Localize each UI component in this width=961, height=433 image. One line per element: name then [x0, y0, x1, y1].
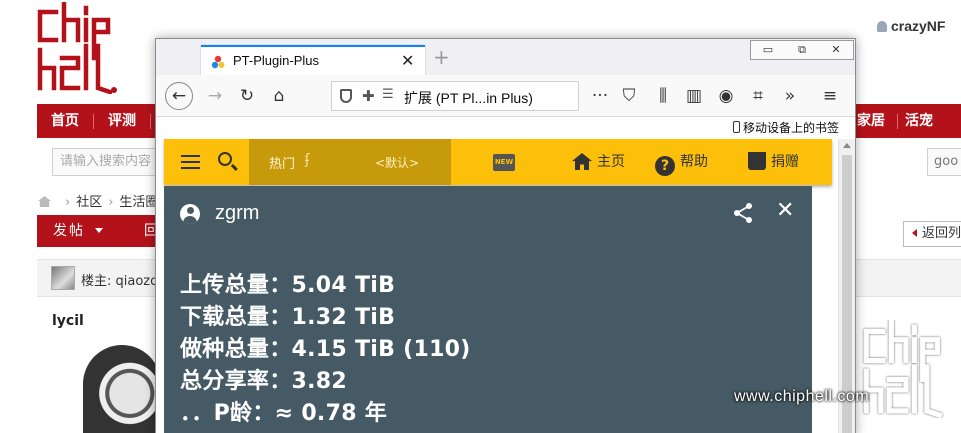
text-cursor-icon: ʄ: [305, 152, 310, 168]
back-arrow-icon: [912, 229, 917, 237]
permissions-icon[interactable]: ☰: [382, 87, 394, 102]
hamburger-menu-icon[interactable]: [181, 155, 200, 169]
donate-nav-button[interactable]: 捐赠: [748, 151, 799, 173]
plugin-header: 热门 ʄ <默认> NEW 主页 ? 帮助 捐赠: [164, 139, 832, 185]
download-total: 下载总量：1.32 TiB: [180, 305, 396, 330]
home-icon[interactable]: [38, 196, 51, 207]
phone-icon: [732, 121, 740, 133]
forward-arrow-icon[interactable]: →: [201, 82, 229, 110]
window-controls: ▭ ⧉ ✕: [750, 40, 854, 60]
current-user[interactable]: crazyNF: [877, 18, 945, 34]
search-icon[interactable]: [218, 152, 232, 166]
browser-tab[interactable]: PT-Plugin-Plus ✕: [201, 45, 425, 75]
breadcrumb-separator: ›: [65, 195, 71, 210]
upload-total: 上传总量：5.04 TiB: [180, 273, 396, 298]
restore-icon[interactable]: ⧉: [785, 43, 819, 57]
share-icon[interactable]: [732, 202, 754, 224]
back-arrow-icon[interactable]: ←: [165, 82, 193, 110]
post-author[interactable]: lycil: [52, 313, 84, 329]
breadcrumb-item[interactable]: 生活圈: [119, 195, 158, 210]
title-bar: PT-Plugin-Plus ✕ + ▭ ⧉ ✕: [156, 39, 855, 75]
search-input[interactable]: 热门 ʄ <默认>: [249, 139, 451, 185]
chiphell-logo[interactable]: [36, 2, 122, 94]
shield-icon[interactable]: [340, 89, 352, 103]
scroll-up-icon[interactable]: [843, 143, 851, 148]
menu-icon[interactable]: ≡: [816, 82, 844, 110]
author-avatar[interactable]: [83, 345, 161, 433]
account-age: ．．P龄：≈ 0.78 年: [180, 401, 388, 426]
nav-item-pets[interactable]: 活宠: [891, 104, 947, 138]
new-badge-icon[interactable]: NEW: [493, 154, 515, 171]
card-username: zgrm: [215, 202, 260, 224]
breadcrumb: › 社区 › 生活圈: [38, 191, 158, 210]
site-search-input[interactable]: goo: [927, 148, 961, 176]
pocket-icon[interactable]: ⛉: [615, 82, 643, 110]
browser-window: PT-Plugin-Plus ✕ + ▭ ⧉ ✕ ← → ↻ ⌂ ✚ ☰ 扩展 …: [155, 38, 856, 433]
search-scope-select[interactable]: <默认>: [375, 154, 419, 171]
op-label[interactable]: 楼主: qiaozo: [81, 270, 158, 289]
nav-toolbar: ← → ↻ ⌂ ✚ ☰ 扩展 (PT Pl...in Plus) ··· ⛉ ⫼…: [156, 75, 855, 117]
forum-search-input[interactable]: 请输入搜索内容: [52, 148, 162, 176]
breadcrumb-separator: ›: [108, 195, 114, 210]
nav-divider: [150, 114, 151, 129]
library-icon[interactable]: ⫼: [649, 82, 677, 110]
back-to-list-button[interactable]: 返回列: [903, 221, 961, 247]
help-icon: ?: [655, 156, 675, 176]
op-avatar[interactable]: [51, 266, 75, 290]
overflow-icon[interactable]: »: [776, 82, 804, 110]
close-window-icon[interactable]: ✕: [819, 43, 853, 56]
home-nav-button[interactable]: 主页: [572, 151, 625, 173]
screenshot-icon[interactable]: ⌗: [744, 82, 772, 110]
close-icon[interactable]: ✕: [776, 198, 794, 223]
url-bar[interactable]: ✚ ☰ 扩展 (PT Pl...in Plus): [331, 81, 579, 111]
sidebar-icon[interactable]: ▥: [680, 82, 708, 110]
breadcrumb-item[interactable]: 社区: [76, 195, 102, 210]
minimize-icon[interactable]: ▭: [751, 43, 785, 56]
home-icon[interactable]: ⌂: [265, 82, 293, 110]
new-post-button[interactable]: 发帖: [37, 215, 125, 247]
nav-item-reviews[interactable]: 评测: [94, 104, 150, 138]
watermark-text: www.chiphell.com: [734, 388, 870, 405]
puzzle-icon: ✚: [362, 87, 375, 105]
chiphell-watermark-logo: [863, 320, 943, 418]
search-hot-label: 热门: [269, 157, 296, 172]
user-info-card: zgrm ✕ 上传总量：5.04 TiB 下载总量：1.32 TiB 做种总量：…: [164, 186, 812, 433]
new-tab-icon[interactable]: +: [433, 45, 450, 69]
more-icon[interactable]: ···: [586, 82, 614, 110]
reload-icon[interactable]: ↻: [233, 82, 261, 110]
mobile-bookmarks[interactable]: 移动设备上的书签: [732, 119, 839, 136]
account-icon[interactable]: ◉: [712, 82, 740, 110]
share-ratio: 总分享率：3.82: [180, 369, 347, 394]
coffee-cup-icon: [748, 152, 766, 170]
chevron-down-icon: [95, 228, 103, 233]
plugin-favicon-icon: [211, 55, 225, 69]
nav-item-home[interactable]: 首页: [37, 104, 93, 138]
home-icon: [572, 153, 592, 170]
help-nav-button[interactable]: ? 帮助: [655, 151, 708, 176]
account-circle-icon: [180, 204, 200, 224]
user-icon: [877, 21, 887, 32]
url-text[interactable]: 扩展 (PT Pl...in Plus): [404, 88, 533, 108]
seeding-total: 做种总量：4.15 TiB (110): [180, 337, 471, 362]
tab-close-icon[interactable]: ✕: [401, 51, 414, 70]
tab-title: PT-Plugin-Plus: [233, 53, 319, 68]
